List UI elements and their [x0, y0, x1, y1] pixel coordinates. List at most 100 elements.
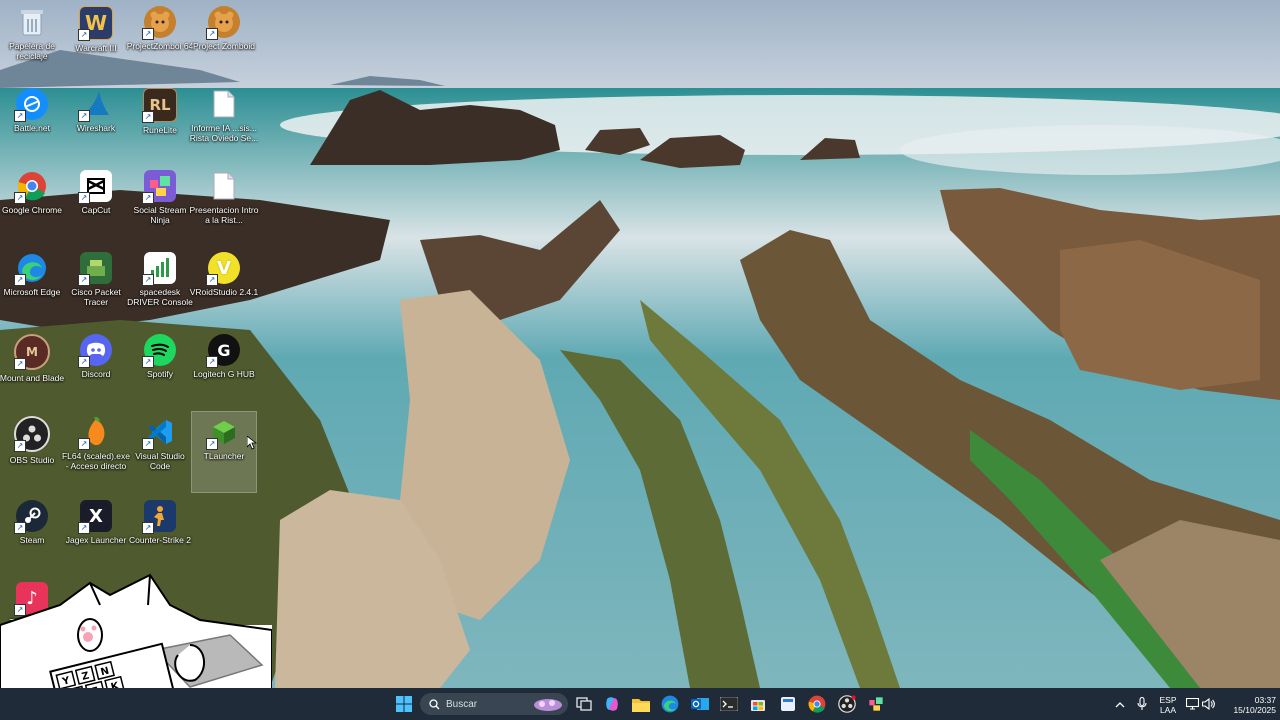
desktop-icon-fl64[interactable]: ↗ FL64 (scaled).exe - Acceso directo [61, 412, 131, 492]
taskbar-microsoft-store[interactable] [746, 692, 770, 716]
icon-label: VRoidStudio 2.4.1 [189, 287, 259, 297]
desktop-icon-steam[interactable]: ↗ Steam [0, 496, 64, 576]
desktop-icon-tlauncher[interactable]: ↗ TLauncher [191, 411, 257, 493]
taskbar-terminal[interactable] [717, 692, 741, 716]
tlauncher-icon: ↗ [206, 416, 240, 450]
folder-icon [632, 698, 650, 712]
fl-studio-icon: ↗ [78, 416, 112, 450]
icon-label: FL64 (scaled).exe - Acceso directo [61, 451, 131, 471]
mouse-cursor-icon [247, 436, 257, 450]
taskbar-search-box[interactable]: Buscar [420, 693, 568, 715]
vscode-icon: ↗ [142, 416, 176, 450]
edge-icon: ↗ [14, 252, 48, 286]
search-highlight-icon [534, 699, 562, 711]
desktop-icon-spacedesk[interactable]: ↗ spacedesk DRIVER Console [127, 248, 193, 328]
desktop-icon-logitech-g-hub[interactable]: G ↗ Logitech G HUB [192, 330, 256, 410]
desktop-icon-jagex-launcher[interactable]: X ↗ Jagex Launcher [64, 496, 128, 576]
taskbar-copilot[interactable] [600, 692, 624, 716]
desktop-icon-obs[interactable]: ↗ OBS Studio [0, 412, 64, 492]
taskbar-outlook[interactable] [688, 692, 712, 716]
microphone-icon [1137, 697, 1147, 710]
project-zomboid-icon: ↗ [142, 6, 176, 40]
task-view-button[interactable] [572, 692, 596, 716]
desktop-icon-battlenet[interactable]: ↗ Battle.net [0, 84, 64, 164]
desktop-icon-vscode[interactable]: ↗ Visual Studio Code [128, 412, 192, 492]
icon-label: Mount and Blade [0, 373, 65, 383]
spotify-icon: ↗ [142, 334, 176, 368]
vroid-icon: V ↗ [206, 252, 240, 286]
terminal-icon [720, 697, 738, 711]
icon-label: ProjectZomboi 64 [126, 41, 194, 51]
jagex-icon: X ↗ [78, 500, 112, 534]
icon-label: Presentacion Intro a la Rist... [189, 205, 259, 225]
project-zomboid-icon: ↗ [206, 6, 240, 40]
taskbar-app-window[interactable] [776, 692, 800, 716]
desktop-icon-vroidstudio[interactable]: V ↗ VRoidStudio 2.4.1 [189, 248, 259, 328]
desktop-icon-discord[interactable]: ↗ Discord [64, 330, 128, 410]
battlenet-icon: ↗ [14, 88, 48, 122]
runelite-icon: RL ↗ [142, 88, 177, 123]
windows-logo-icon [396, 696, 412, 712]
icon-label: Project Zomboid [193, 41, 255, 51]
desktop-icon-counter-strike-2[interactable]: ↗ Counter-Strike 2 [128, 496, 192, 576]
logitech-icon: G ↗ [206, 334, 240, 368]
chevron-up-icon [1115, 701, 1125, 707]
desktop-icon-project-zomboid[interactable]: ↗ Project Zomboid [192, 2, 256, 82]
search-icon [429, 698, 440, 709]
desktop-icon-edge[interactable]: ↗ Microsoft Edge [0, 248, 64, 328]
store-icon [751, 700, 765, 711]
desktop-icon-presentacion-document[interactable]: Presentacion Intro a la Rist... [189, 166, 259, 246]
icon-label: Jagex Launcher [65, 535, 127, 545]
icon-label: CapCut [81, 205, 111, 215]
desktop-icon-chrome[interactable]: ↗ Google Chrome [0, 166, 64, 246]
tray-overflow-button[interactable] [1108, 692, 1132, 716]
desktop-icon-projectzomboid64[interactable]: ↗ ProjectZomboi 64 [126, 2, 194, 82]
tray-volume[interactable] [1200, 692, 1216, 716]
desktop-icon-wireshark[interactable]: ↗ Wireshark [64, 84, 128, 164]
capcut-icon: ↗ [78, 170, 112, 204]
desktop-icon-runelite[interactable]: RL ↗ RuneLite [128, 84, 192, 164]
icon-label: Counter-Strike 2 [129, 535, 191, 545]
taskbar-file-explorer[interactable] [629, 692, 653, 716]
desktop-icon-informe-document[interactable]: Informe IA ...sis... Rista Oviedo Se... [189, 84, 259, 164]
desktop-icon-social-stream-ninja[interactable]: ↗ Social Stream Ninja [128, 166, 192, 246]
icon-label: Battle.net [14, 123, 50, 133]
icon-label: Microsoft Edge [3, 287, 61, 297]
warcraft-icon: W ↗ [78, 6, 113, 41]
clock-date: 15/10/2025 [1233, 705, 1276, 715]
desktop-icon-spotify[interactable]: ↗ Spotify [128, 330, 192, 410]
icon-label: Informe IA ...sis... Rista Oviedo Se... [189, 123, 259, 143]
desktop-icon-warcraft[interactable]: W ↗ Warcraft III [64, 2, 128, 82]
icon-label: Steam [19, 535, 45, 545]
wireshark-icon: ↗ [78, 88, 112, 122]
icon-label: spacedesk DRIVER Console [127, 287, 193, 307]
desktop-icon-cisco-packet-tracer[interactable]: ↗ Cisco Packet Tracer [64, 248, 128, 328]
tray-language[interactable]: ESP LAA [1152, 694, 1184, 716]
icon-label: RuneLite [142, 125, 178, 135]
volume-icon [1201, 698, 1215, 710]
icon-label: OBS Studio [9, 455, 55, 465]
taskbar-social-stream[interactable] [864, 692, 888, 716]
start-button[interactable] [392, 692, 416, 716]
task-view-icon [576, 697, 592, 711]
tray-microphone[interactable] [1130, 692, 1154, 716]
recycle-bin-icon [16, 6, 48, 38]
desktop-icon-mount-and-blade[interactable]: M ↗ Mount and Blade [0, 330, 64, 410]
taskbar-chrome[interactable] [805, 692, 829, 716]
spacedesk-icon: ↗ [142, 252, 176, 286]
tray-network[interactable] [1184, 692, 1200, 716]
document-icon [208, 88, 240, 120]
keyboard-layout: LAA [1159, 705, 1177, 715]
taskbar-edge[interactable] [658, 692, 682, 716]
desktop-icon-capcut[interactable]: ↗ CapCut [64, 166, 128, 246]
document-icon [208, 170, 240, 202]
icon-label: Social Stream Ninja [133, 205, 187, 225]
taskbar-obs[interactable] [835, 692, 859, 716]
desktop-icon-recycle-bin[interactable]: Papelera de reciclaje [0, 2, 64, 82]
social-stream-icon: ↗ [142, 170, 176, 204]
tray-clock[interactable]: 03:37 15/10/2025 [1220, 694, 1276, 716]
icon-label: Papelera de reciclaje [9, 41, 55, 61]
icon-label: Spotify [147, 369, 173, 379]
language-code: ESP [1159, 695, 1177, 705]
icon-label: Logitech G HUB [193, 369, 255, 379]
